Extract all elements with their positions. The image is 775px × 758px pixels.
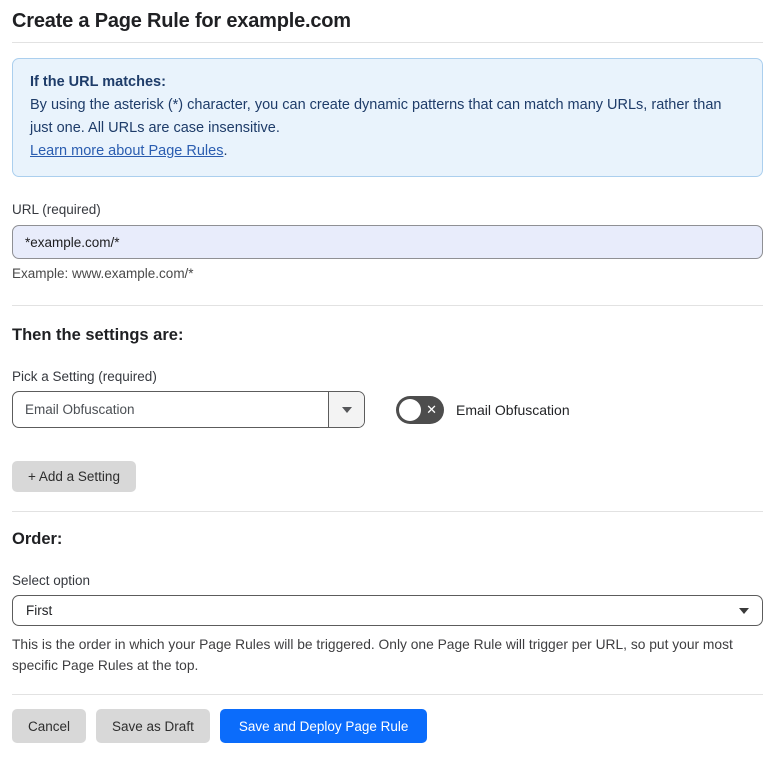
pick-setting-label: Pick a Setting (required)	[12, 369, 157, 384]
order-section-heading: Order:	[12, 530, 63, 548]
url-example-text: Example: www.example.com/*	[12, 266, 194, 281]
divider	[12, 694, 763, 695]
toggle-x-icon: ✕	[426, 401, 437, 417]
link-suffix: .	[223, 143, 228, 159]
footer-actions: Cancel Save as Draft Save and Deploy Pag…	[12, 709, 763, 758]
divider	[12, 511, 763, 512]
order-help-text: This is the order in which your Page Rul…	[12, 637, 733, 673]
info-box-link-line: Learn more about Page Rules.	[30, 140, 745, 163]
save-draft-button[interactable]: Save as Draft	[96, 709, 210, 743]
url-label: URL (required)	[12, 202, 101, 217]
page-title: Create a Page Rule for example.com	[12, 10, 351, 32]
info-box-body: By using the asterisk (*) character, you…	[30, 97, 722, 136]
url-input[interactable]	[12, 225, 763, 259]
toggle-label: Email Obfuscation	[456, 401, 570, 418]
email-obfuscation-toggle[interactable]: ✕	[396, 395, 444, 424]
order-select-label: Select option	[12, 573, 91, 588]
setting-select-value: Email Obfuscation	[25, 402, 135, 417]
setting-row: Email Obfuscation ✕ Email Obfuscation	[12, 391, 763, 428]
url-match-info-box: If the URL matches: By using the asteris…	[12, 58, 763, 177]
add-setting-button[interactable]: + Add a Setting	[12, 461, 136, 492]
divider	[12, 42, 763, 43]
order-select[interactable]: First	[12, 595, 763, 626]
setting-select[interactable]: Email Obfuscation	[12, 391, 365, 428]
learn-more-link[interactable]: Learn more about Page Rules	[30, 143, 223, 159]
save-deploy-button[interactable]: Save and Deploy Page Rule	[219, 709, 428, 743]
order-select-value: First	[26, 603, 53, 618]
page-rule-form: Create a Page Rule for example.com If th…	[0, 0, 775, 758]
settings-section-heading: Then the settings are:	[12, 326, 184, 344]
dropdown-arrow-icon	[341, 406, 352, 413]
setting-select-arrow-button[interactable]	[328, 392, 364, 427]
divider	[12, 305, 763, 306]
cancel-button[interactable]: Cancel	[12, 709, 87, 743]
select-chevron-icon	[739, 607, 749, 614]
info-box-heading: If the URL matches:	[30, 74, 166, 90]
toggle-knob	[399, 398, 421, 421]
